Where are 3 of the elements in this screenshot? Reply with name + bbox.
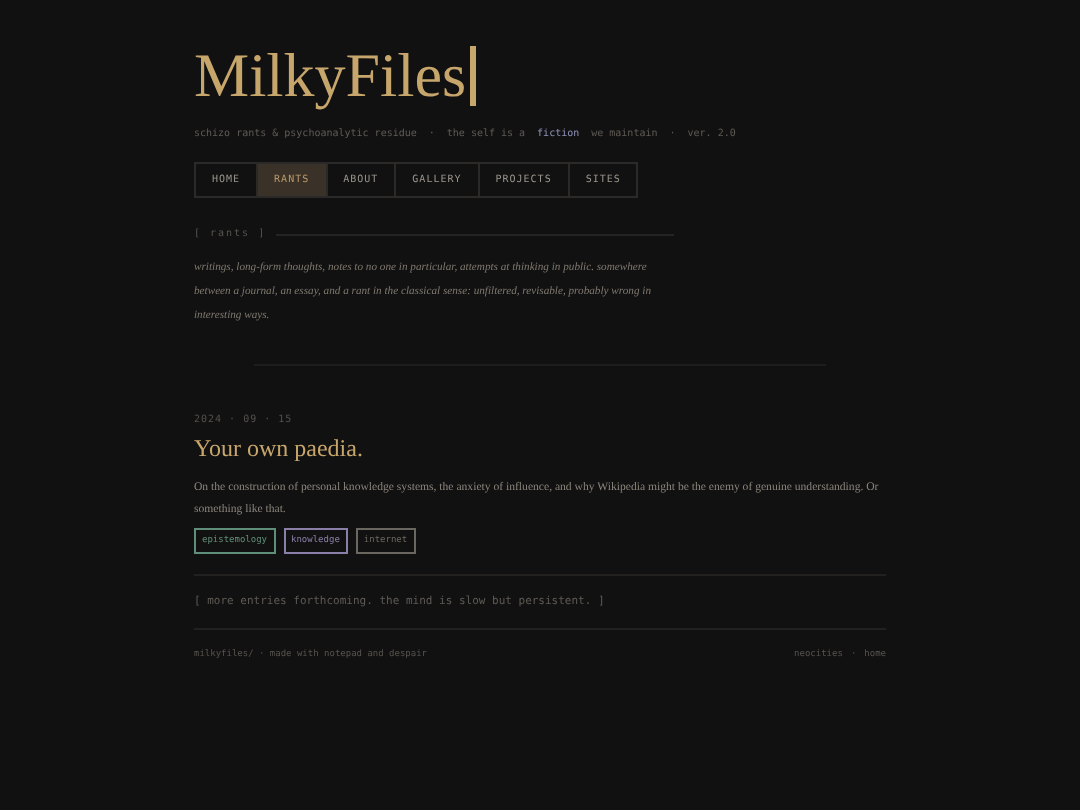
site-title: MilkyFiles [194,38,467,114]
text-cursor [470,46,477,106]
post-title[interactable]: Your own paedia. [194,434,886,465]
